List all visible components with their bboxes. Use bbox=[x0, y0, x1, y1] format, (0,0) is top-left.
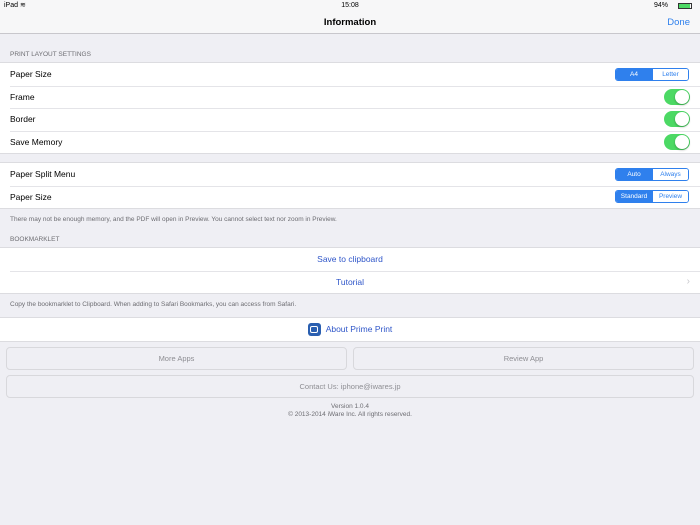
frame-toggle[interactable] bbox=[664, 88, 690, 105]
save-memory-label: Save Memory bbox=[10, 136, 63, 147]
paper-size-mode-label: Paper Size bbox=[10, 191, 52, 202]
bookmarklet-footer: Copy the bookmarklet to Clipboard. When … bbox=[10, 301, 297, 308]
section-header-bookmarklet: BOOKMARKLET bbox=[10, 236, 60, 243]
tutorial-label: Tutorial bbox=[335, 276, 365, 287]
section-header-print-layout: PRINT LAYOUT SETTINGS bbox=[10, 51, 91, 58]
copyright-text: © 2013-2014 iWare Inc. All rights reserv… bbox=[288, 411, 412, 418]
segment-letter[interactable]: Letter bbox=[652, 68, 688, 80]
paper-split-label: Paper Split Menu bbox=[10, 169, 76, 180]
paper-size-mode-row: Paper Size Standard Preview bbox=[0, 185, 700, 209]
border-row: Border bbox=[0, 108, 700, 131]
paper-size-row: Paper Size A4 Letter bbox=[0, 63, 700, 86]
page-title: Information bbox=[323, 17, 377, 28]
version-text: Version 1.0.4 bbox=[331, 403, 369, 410]
bookmarklet-group: Save to clipboard Tutorial › bbox=[0, 247, 700, 294]
segment-a4[interactable]: A4 bbox=[616, 68, 652, 80]
more-apps-button[interactable]: More Apps bbox=[6, 347, 347, 370]
navigation-bar: Information Done bbox=[0, 12, 700, 34]
paper-size-label: Paper Size bbox=[10, 69, 52, 80]
segment-standard[interactable]: Standard bbox=[616, 191, 652, 203]
border-toggle[interactable] bbox=[664, 111, 690, 128]
done-button[interactable]: Done bbox=[667, 17, 690, 28]
tutorial-row[interactable]: Tutorial › bbox=[0, 270, 700, 294]
paper-size-segmented[interactable]: A4 Letter bbox=[615, 67, 689, 81]
clock: 15:08 bbox=[341, 2, 359, 9]
split-group: Paper Split Menu Auto Always Paper Size S… bbox=[0, 162, 700, 209]
paper-size-mode-segmented[interactable]: Standard Preview bbox=[615, 190, 689, 204]
memory-footer: There may not be enough memory, and the … bbox=[10, 216, 337, 223]
about-label: About Prime Print bbox=[325, 324, 393, 335]
segment-auto[interactable]: Auto bbox=[616, 168, 652, 180]
paper-split-segmented[interactable]: Auto Always bbox=[615, 167, 689, 181]
status-bar: iPad ≋ 15:08 94% bbox=[0, 0, 700, 12]
app-icon bbox=[307, 322, 321, 336]
battery-percent: 94% bbox=[653, 2, 668, 9]
save-memory-toggle[interactable] bbox=[664, 133, 690, 150]
frame-label: Frame bbox=[10, 91, 35, 102]
save-memory-row: Save Memory bbox=[0, 130, 700, 154]
border-label: Border bbox=[10, 114, 36, 125]
frame-row: Frame bbox=[0, 85, 700, 109]
segment-preview[interactable]: Preview bbox=[652, 191, 688, 203]
contact-us-button[interactable]: Contact Us: iphone@iwares.jp bbox=[6, 375, 694, 398]
about-button[interactable]: About Prime Print bbox=[0, 318, 700, 341]
save-to-clipboard-button[interactable]: Save to clipboard bbox=[0, 248, 700, 271]
review-app-button[interactable]: Review App bbox=[353, 347, 694, 370]
about-group: About Prime Print bbox=[0, 317, 700, 342]
paper-split-row: Paper Split Menu Auto Always bbox=[0, 163, 700, 186]
segment-always[interactable]: Always bbox=[652, 168, 688, 180]
chevron-right-icon: › bbox=[686, 276, 690, 288]
print-layout-group: Paper Size A4 Letter Frame Border Save Me… bbox=[0, 62, 700, 154]
battery-icon bbox=[678, 3, 692, 9]
